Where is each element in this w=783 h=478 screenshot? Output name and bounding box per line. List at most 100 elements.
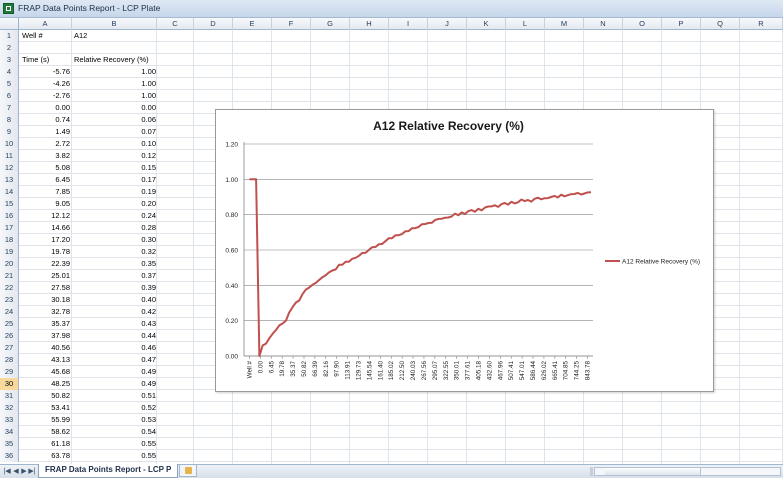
row-header[interactable]: 35 <box>0 438 19 450</box>
cell-b[interactable]: 0.46 <box>72 342 156 353</box>
cell-a[interactable]: 35.37 <box>19 318 70 329</box>
cell-b[interactable]: 0.49 <box>72 378 156 389</box>
column-header-k[interactable]: K <box>467 18 506 30</box>
cell-a[interactable]: 2.72 <box>19 138 70 149</box>
scrollbar-thumb[interactable] <box>605 468 701 475</box>
row-header[interactable]: 36 <box>0 450 19 462</box>
cell-a[interactable]: 27.58 <box>19 282 70 293</box>
column-header-f[interactable]: F <box>272 18 311 30</box>
cell-b[interactable]: 0.53 <box>72 414 156 425</box>
column-header-n[interactable]: N <box>584 18 623 30</box>
cell-b[interactable]: 0.17 <box>72 174 156 185</box>
cell-b[interactable]: 0.49 <box>72 366 156 377</box>
cell-b[interactable]: 0.40 <box>72 294 156 305</box>
cell-b[interactable]: 0.52 <box>72 402 156 413</box>
cell-a[interactable]: 37.98 <box>19 330 70 341</box>
cell-b[interactable]: 0.06 <box>72 114 156 125</box>
row-header[interactable]: 23 <box>0 294 19 306</box>
cell-b[interactable]: 0.32 <box>72 246 156 257</box>
column-header-p[interactable]: P <box>662 18 701 30</box>
cell-a[interactable]: 7.85 <box>19 186 70 197</box>
row-header[interactable]: 24 <box>0 306 19 318</box>
cell-b[interactable]: 0.12 <box>72 150 156 161</box>
cell-a[interactable]: 40.56 <box>19 342 70 353</box>
cell-a[interactable]: 55.99 <box>19 414 70 425</box>
cell-a[interactable]: 53.41 <box>19 402 70 413</box>
cell-a[interactable]: 48.25 <box>19 378 70 389</box>
cell-a[interactable]: 17.20 <box>19 234 70 245</box>
cell-b[interactable]: 0.19 <box>72 186 156 197</box>
cell-a[interactable]: 0.74 <box>19 114 70 125</box>
row-header[interactable]: 21 <box>0 270 19 282</box>
row-header[interactable]: 33 <box>0 414 19 426</box>
cell-b[interactable]: 0.28 <box>72 222 156 233</box>
cell-b[interactable]: Relative Recovery (%) <box>74 54 149 65</box>
cell-b[interactable]: 0.51 <box>72 390 156 401</box>
cell-b[interactable]: 0.20 <box>72 198 156 209</box>
cell-b[interactable]: 0.15 <box>72 162 156 173</box>
cell-a[interactable]: 0.00 <box>19 102 70 113</box>
column-header-c[interactable]: C <box>157 18 194 30</box>
cell-b[interactable]: 0.00 <box>72 102 156 113</box>
cell-a[interactable]: 61.18 <box>19 438 70 449</box>
cell-a[interactable]: 25.01 <box>19 270 70 281</box>
row-header[interactable]: 20 <box>0 258 19 270</box>
cell-a[interactable]: 12.12 <box>19 210 70 221</box>
sheet-tab[interactable]: FRAP Data Points Report - LCP P <box>38 464 179 478</box>
row-header[interactable]: 12 <box>0 162 19 174</box>
column-header-d[interactable]: D <box>194 18 233 30</box>
column-header-l[interactable]: L <box>506 18 545 30</box>
cell-a[interactable]: 32.78 <box>19 306 70 317</box>
select-all-corner[interactable] <box>0 18 19 30</box>
next-sheet-icon[interactable]: ▶ <box>20 467 28 476</box>
cell-a[interactable]: -4.26 <box>19 78 70 89</box>
row-header[interactable]: 14 <box>0 186 19 198</box>
row-header[interactable]: 15 <box>0 198 19 210</box>
cell-b[interactable]: 0.07 <box>72 126 156 137</box>
row-header[interactable]: 34 <box>0 426 19 438</box>
cell-a[interactable]: 19.78 <box>19 246 70 257</box>
column-header-q[interactable]: Q <box>701 18 740 30</box>
row-header[interactable]: 7 <box>0 102 19 114</box>
row-header[interactable]: 3 <box>0 54 19 66</box>
column-header-a[interactable]: A <box>19 18 72 30</box>
cell-a[interactable]: 5.08 <box>19 162 70 173</box>
cell-b[interactable]: 0.44 <box>72 330 156 341</box>
column-header-m[interactable]: M <box>545 18 584 30</box>
cell-a[interactable]: Time (s) <box>22 54 49 65</box>
cell-b[interactable]: A12 <box>74 30 87 41</box>
cell-a[interactable]: Well # <box>22 30 43 41</box>
row-header[interactable]: 19 <box>0 246 19 258</box>
cell-b[interactable]: 1.00 <box>72 78 156 89</box>
cell-b[interactable]: 0.42 <box>72 306 156 317</box>
row-header[interactable]: 25 <box>0 318 19 330</box>
row-header[interactable]: 8 <box>0 114 19 126</box>
cell-a[interactable]: 43.13 <box>19 354 70 365</box>
column-header-r[interactable]: R <box>740 18 783 30</box>
row-header[interactable]: 2 <box>0 42 19 54</box>
cell-b[interactable]: 0.39 <box>72 282 156 293</box>
chart-object[interactable]: A12 Relative Recovery (%) 0.00 0.20 0.40 0.6… <box>215 109 714 392</box>
prev-sheet-icon[interactable]: ◀ <box>12 467 20 476</box>
cell-b[interactable]: 0.43 <box>72 318 156 329</box>
cell-a[interactable]: 14.66 <box>19 222 70 233</box>
row-header[interactable]: 6 <box>0 90 19 102</box>
cell-a[interactable]: 63.78 <box>19 450 70 461</box>
row-header[interactable]: 11 <box>0 150 19 162</box>
cell-a[interactable]: 9.05 <box>19 198 70 209</box>
row-header[interactable]: 17 <box>0 222 19 234</box>
insert-sheet-icon[interactable] <box>179 465 197 477</box>
row-header[interactable]: 29 <box>0 366 19 378</box>
cell-a[interactable]: 58.62 <box>19 426 70 437</box>
row-header[interactable]: 9 <box>0 126 19 138</box>
column-header-o[interactable]: O <box>623 18 662 30</box>
cell-a[interactable]: 22.39 <box>19 258 70 269</box>
cell-b[interactable]: 0.10 <box>72 138 156 149</box>
cell-a[interactable]: 3.82 <box>19 150 70 161</box>
column-header-h[interactable]: H <box>350 18 389 30</box>
cell-a[interactable]: -5.76 <box>19 66 70 77</box>
first-sheet-icon[interactable]: |◀ <box>3 467 11 476</box>
row-header[interactable]: 31 <box>0 390 19 402</box>
cell-a[interactable]: -2.76 <box>19 90 70 101</box>
row-header[interactable]: 26 <box>0 330 19 342</box>
